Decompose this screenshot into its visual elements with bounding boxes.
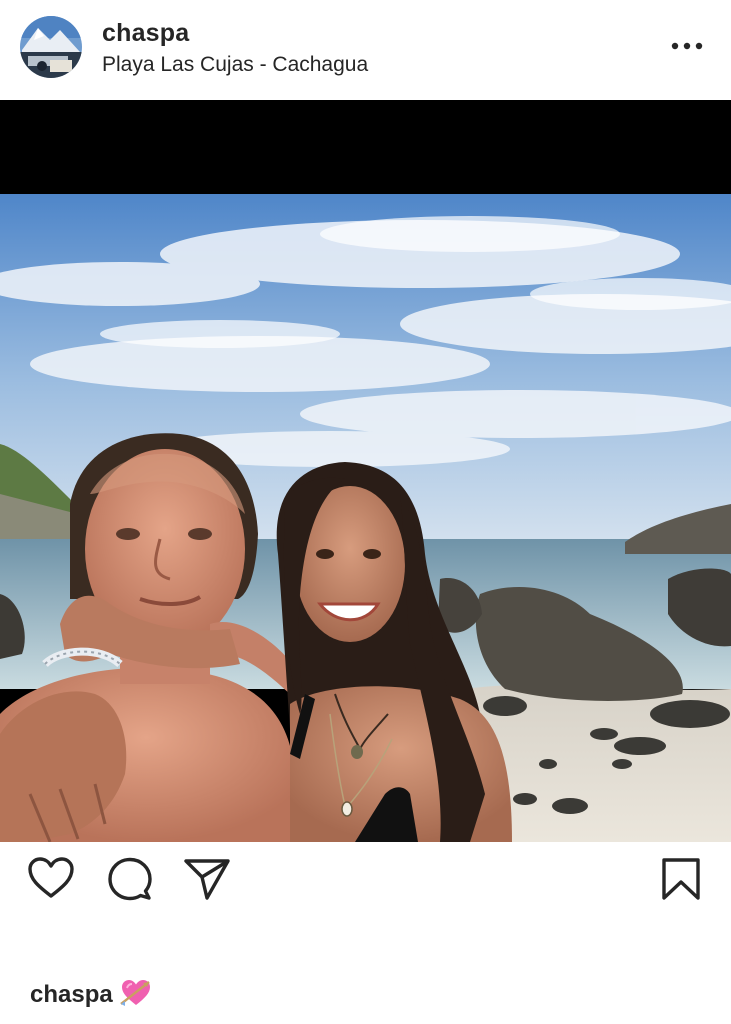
username-link[interactable]: chaspa [102,19,189,48]
caption-username-link[interactable]: chaspa [30,981,113,1008]
save-button[interactable] [656,855,706,903]
bookmark-icon [662,858,700,900]
more-options-button[interactable] [666,30,708,62]
comment-icon [108,857,152,901]
heart-with-arrow-icon [119,976,153,1010]
post-photo [0,194,731,842]
more-horizontal-icon [671,42,703,50]
post-caption: chaspa [30,976,153,1010]
beach-selfie-image [0,194,731,842]
action-bar [0,831,731,931]
paper-plane-icon [184,859,230,900]
comment-button[interactable] [105,855,155,903]
like-button[interactable] [26,855,76,903]
post-header: chaspa Playa Las Cujas - Cachagua [0,0,731,100]
post-media[interactable] [0,100,731,842]
avatar[interactable] [20,16,82,78]
heart-icon [28,857,74,898]
location-link[interactable]: Playa Las Cujas - Cachagua [102,53,368,77]
share-button[interactable] [182,855,232,903]
